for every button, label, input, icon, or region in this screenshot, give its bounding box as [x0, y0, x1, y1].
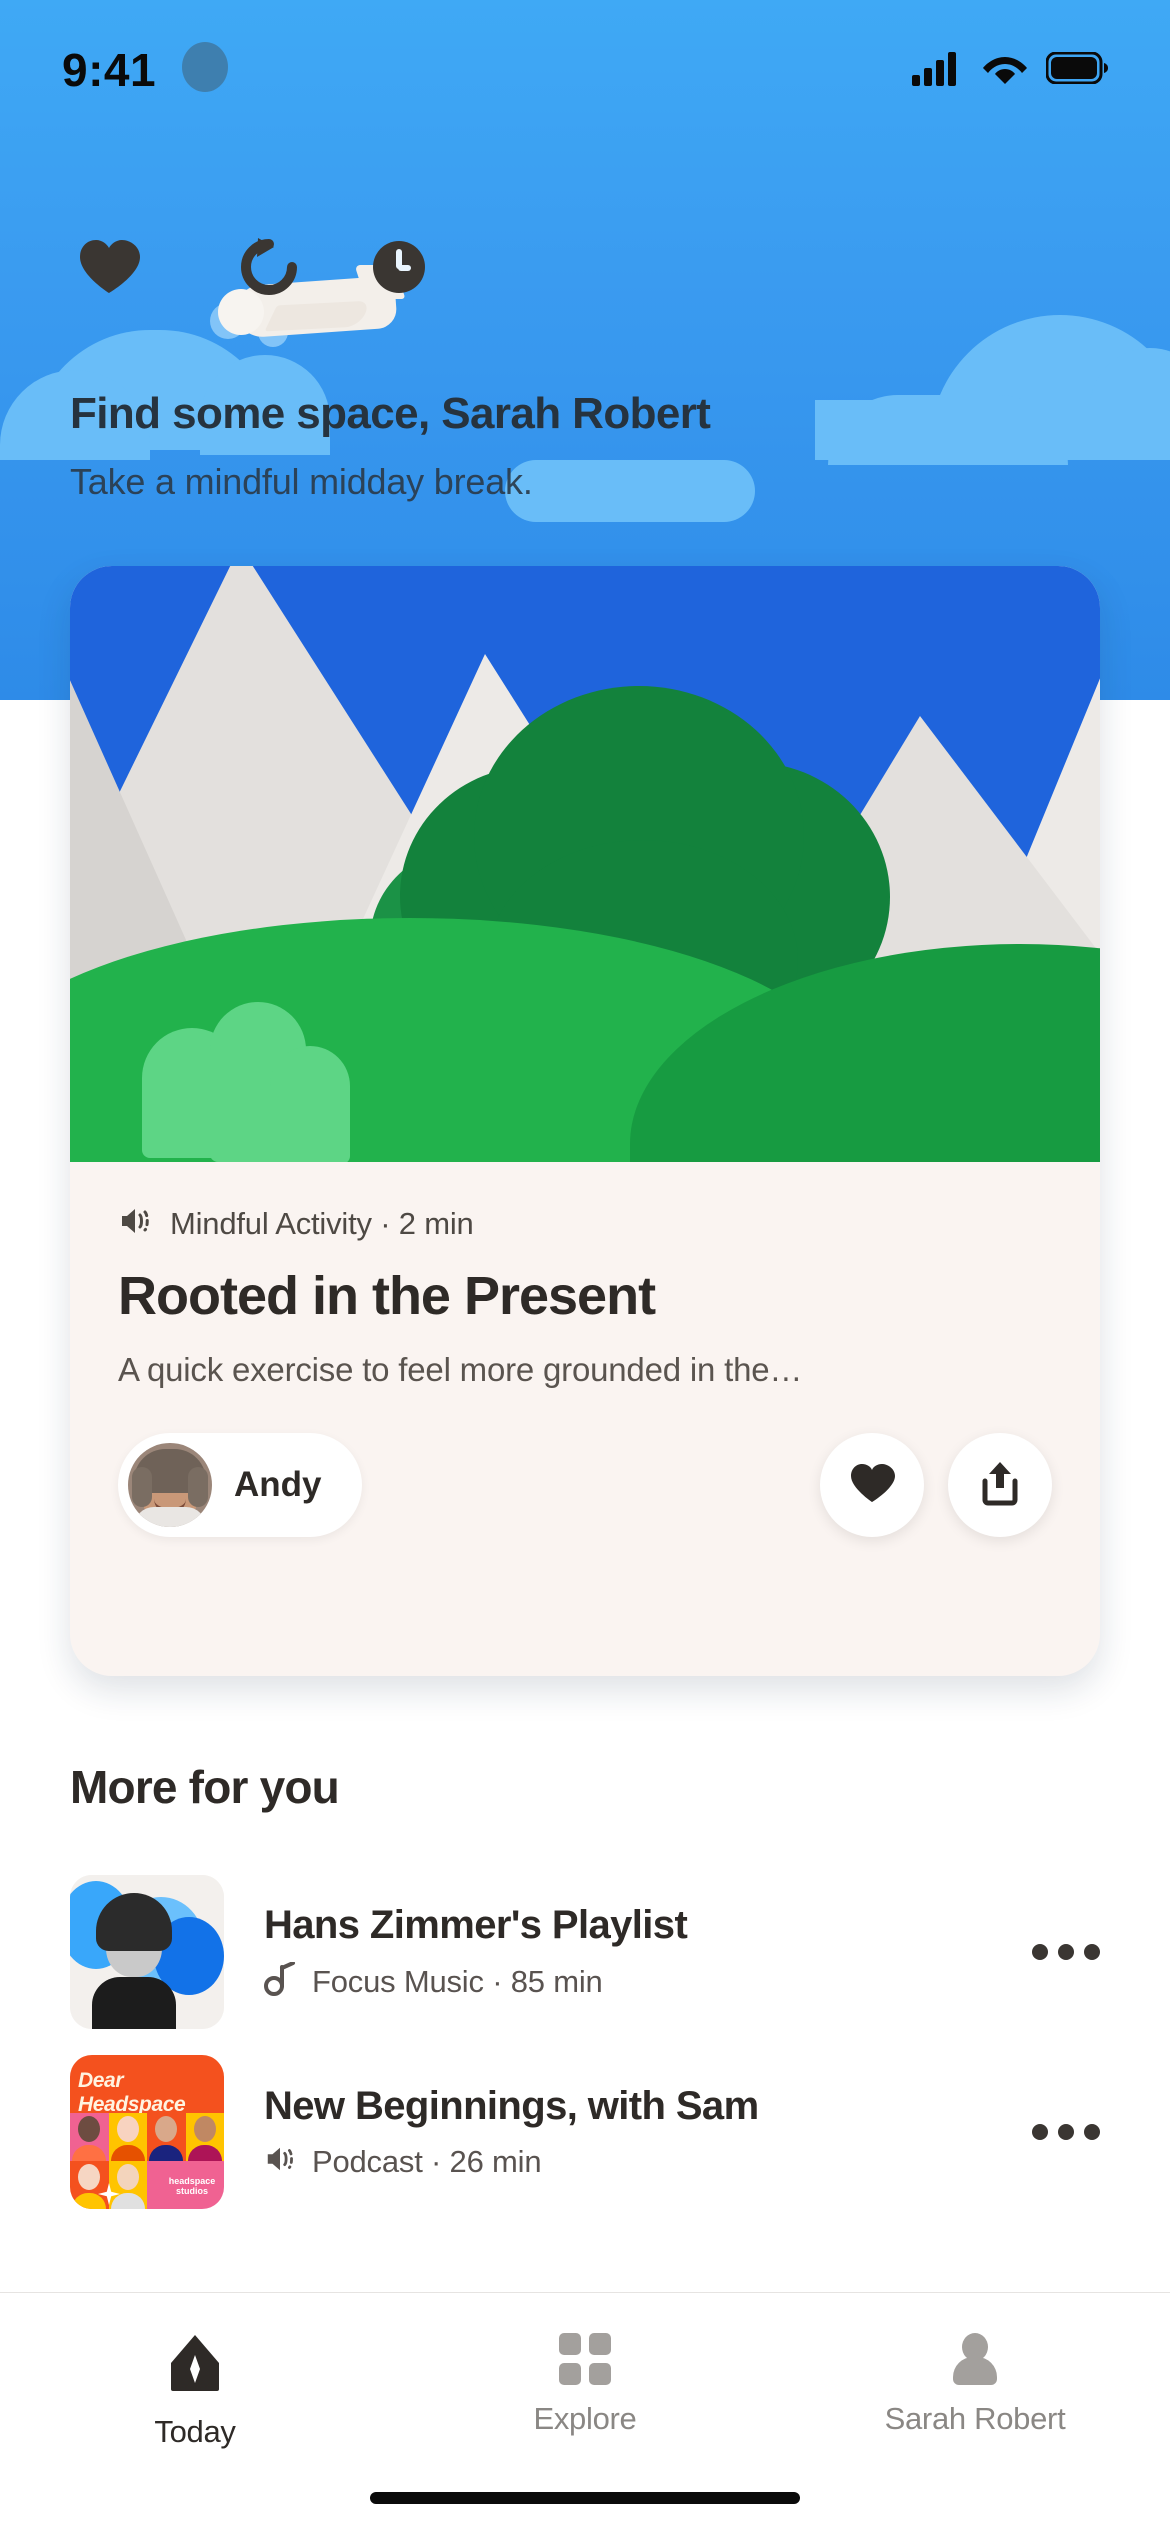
tab-explore[interactable]: Explore	[390, 2333, 780, 2437]
battery-icon	[1045, 51, 1108, 89]
history-icon[interactable]	[238, 236, 300, 303]
greeting-title: Find some space, Sarah Robert	[70, 389, 711, 438]
tab-label: Today	[154, 2414, 236, 2449]
card-meta-text: Mindful Activity · 2 min	[170, 1205, 474, 1241]
more-options-button[interactable]	[1022, 1944, 1100, 1960]
status-time: 9:41	[62, 44, 157, 96]
status-bar: 9:41	[0, 0, 1170, 140]
audio-speaker-icon	[264, 2143, 296, 2180]
item-meta-text: Podcast · 26 min	[312, 2143, 542, 2179]
card-description: A quick exercise to feel more grounded i…	[118, 1351, 803, 1388]
item-thumbnail: Dear Headspace headspace studios	[70, 2055, 224, 2209]
reminders-icon[interactable]	[368, 236, 430, 303]
person-icon	[949, 2333, 1001, 2385]
card-illustration	[70, 566, 1100, 1162]
avatar	[128, 1443, 212, 1527]
more-for-you-section: More for you Hans Zimmer's Playlist Focu…	[0, 1760, 1170, 2222]
recommendation-list: Hans Zimmer's Playlist Focus Music · 85 …	[0, 1862, 1170, 2222]
greeting-block: Find some space, Sarah Robert Take a min…	[70, 389, 711, 504]
list-item[interactable]: Dear Headspace headspace studios New Beg…	[0, 2042, 1170, 2222]
home-sparkle-icon	[167, 2333, 223, 2398]
item-text: New Beginnings, with Sam Podcast · 26 mi…	[264, 2084, 982, 2180]
item-title: New Beginnings, with Sam	[264, 2084, 759, 2128]
featured-content-card[interactable]: Mindful Activity · 2 min Rooted in the P…	[70, 566, 1100, 1676]
card-body: Mindful Activity · 2 min Rooted in the P…	[70, 1162, 1100, 1537]
author-name: Andy	[234, 1465, 322, 1504]
card-meta-row: Mindful Activity · 2 min	[118, 1204, 1052, 1243]
signal-bars-icon	[912, 50, 964, 91]
favorites-icon[interactable]	[78, 238, 140, 301]
card-footer: Andy	[118, 1433, 1052, 1537]
favorite-button[interactable]	[820, 1433, 924, 1537]
item-meta-text: Focus Music · 85 min	[312, 1963, 603, 1999]
item-thumbnail	[70, 1875, 224, 2029]
tab-label: Sarah Robert	[884, 2401, 1066, 2436]
grid-icon	[559, 2333, 611, 2385]
list-item[interactable]: Hans Zimmer's Playlist Focus Music · 85 …	[0, 1862, 1170, 2042]
thumbnail-label: Dear Headspace	[78, 2069, 186, 2116]
audio-speaker-icon	[118, 1204, 152, 1243]
share-button[interactable]	[948, 1433, 1052, 1537]
wifi-icon	[980, 50, 1030, 91]
cloud-shape	[815, 400, 1170, 460]
tab-today[interactable]: Today	[0, 2333, 390, 2450]
heart-icon	[849, 1462, 895, 1509]
author-chip[interactable]: Andy	[118, 1433, 362, 1537]
share-icon	[978, 1459, 1022, 1512]
tab-profile[interactable]: Sarah Robert	[780, 2333, 1170, 2437]
card-title: Rooted in the Present	[118, 1266, 656, 1326]
tab-label: Explore	[533, 2401, 637, 2436]
bush-shape	[270, 1046, 350, 1162]
item-meta-row: Focus Music · 85 min	[264, 1961, 982, 2001]
item-text: Hans Zimmer's Playlist Focus Music · 85 …	[264, 1903, 982, 2001]
music-note-icon	[264, 1961, 296, 2001]
more-options-button[interactable]	[1022, 2124, 1100, 2140]
greeting-subtitle: Take a mindful midday break.	[70, 461, 533, 503]
item-title: Hans Zimmer's Playlist	[264, 1903, 688, 1947]
app-screen: 9:41 Find some space, Sarah Robert Take …	[0, 0, 1170, 2532]
thumbnail-badge: headspace studios	[163, 2168, 221, 2206]
item-meta-row: Podcast · 26 min	[264, 2143, 982, 2180]
home-indicator	[370, 2492, 800, 2504]
section-title: More for you	[70, 1761, 340, 1813]
